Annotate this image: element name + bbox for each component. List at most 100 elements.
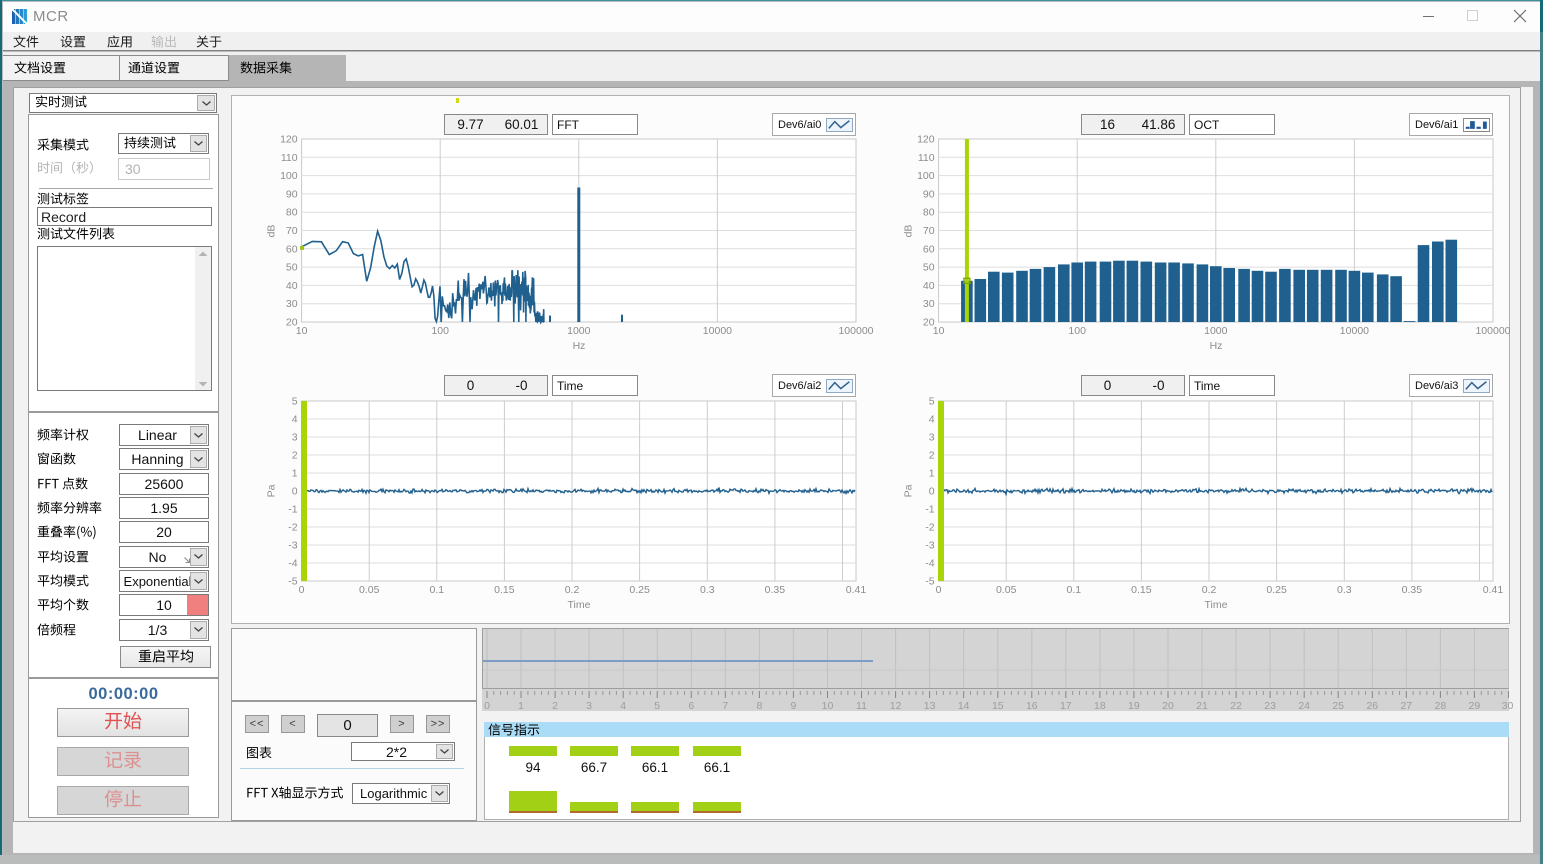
svg-text:0.1: 0.1 [1066,584,1081,596]
svg-text:0: 0 [929,486,935,498]
svg-text:1000: 1000 [1204,325,1228,337]
svg-text:10: 10 [296,325,308,337]
svg-text:100: 100 [1068,325,1086,337]
svg-text:5: 5 [654,700,660,712]
svg-text:120: 120 [280,134,298,146]
svg-text:-5: -5 [925,576,934,588]
svg-text:0.2: 0.2 [565,584,580,596]
svg-text:9: 9 [790,700,796,712]
svg-text:-2: -2 [925,522,934,534]
svg-text:27: 27 [1400,700,1412,712]
svg-text:14: 14 [958,700,970,712]
svg-text:0.05: 0.05 [996,584,1017,596]
svg-text:Time: Time [1205,599,1228,611]
svg-text:-3: -3 [288,540,297,552]
svg-text:110: 110 [918,152,935,164]
svg-text:29: 29 [1469,700,1481,712]
svg-text:7: 7 [722,700,728,712]
svg-text:0.05: 0.05 [359,584,380,596]
svg-text:8: 8 [756,700,762,712]
svg-text:0.25: 0.25 [629,584,650,596]
svg-text:50: 50 [286,262,298,274]
svg-text:0.35: 0.35 [765,584,786,596]
svg-text:4: 4 [929,414,935,426]
svg-text:5: 5 [929,396,935,408]
svg-text:-4: -4 [925,558,934,570]
svg-text:100: 100 [280,170,298,182]
svg-text:-1: -1 [288,504,297,516]
svg-text:0.15: 0.15 [494,584,515,596]
svg-text:Hz: Hz [573,340,586,352]
svg-text:0.35: 0.35 [1402,584,1423,596]
svg-text:70: 70 [923,225,935,237]
svg-text:2: 2 [552,700,558,712]
svg-text:Pa: Pa [903,484,915,497]
svg-text:100: 100 [431,325,449,337]
svg-text:11: 11 [856,700,867,712]
svg-text:Pa: Pa [266,484,278,497]
svg-text:60: 60 [923,243,935,255]
svg-text:23: 23 [1264,700,1276,712]
svg-text:70: 70 [286,225,298,237]
svg-text:-3: -3 [925,540,934,552]
svg-text:0.3: 0.3 [1337,584,1352,596]
svg-text:0: 0 [292,486,298,498]
svg-text:3: 3 [586,700,592,712]
svg-text:28: 28 [1435,700,1447,712]
svg-text:22: 22 [1230,700,1242,712]
svg-text:0.41: 0.41 [846,584,867,596]
svg-text:24: 24 [1298,700,1310,712]
svg-text:100000: 100000 [838,325,873,337]
svg-text:-5: -5 [288,576,297,588]
svg-text:15: 15 [992,700,1004,712]
svg-text:90: 90 [286,188,298,200]
svg-text:10000: 10000 [703,325,732,337]
svg-text:25: 25 [1332,700,1344,712]
svg-text:1: 1 [518,700,524,712]
svg-text:16: 16 [1026,700,1038,712]
svg-text:20: 20 [1162,700,1174,712]
svg-text:-1: -1 [925,504,934,516]
svg-text:0.3: 0.3 [700,584,715,596]
svg-text:6: 6 [688,700,694,712]
svg-text:0.41: 0.41 [1483,584,1504,596]
svg-text:26: 26 [1366,700,1378,712]
svg-text:80: 80 [286,207,298,219]
svg-text:2: 2 [292,450,298,462]
svg-text:5: 5 [292,396,298,408]
svg-text:12: 12 [890,700,902,712]
svg-text:18: 18 [1094,700,1106,712]
svg-text:40: 40 [286,280,298,292]
svg-text:4: 4 [292,414,298,426]
svg-text:120: 120 [917,134,935,146]
svg-text:-4: -4 [288,558,297,570]
svg-text:30: 30 [1502,700,1514,712]
svg-text:1000: 1000 [567,325,591,337]
svg-text:dB: dB [903,225,915,238]
svg-text:10000: 10000 [1340,325,1369,337]
svg-text:21: 21 [1196,700,1208,712]
svg-text:Time: Time [568,599,591,611]
svg-text:3: 3 [929,432,935,444]
svg-text:80: 80 [923,207,935,219]
svg-text:0.2: 0.2 [1202,584,1217,596]
svg-text:100: 100 [917,170,935,182]
svg-text:50: 50 [923,262,935,274]
svg-text:90: 90 [923,188,935,200]
svg-text:4: 4 [620,700,626,712]
svg-text:3: 3 [292,432,298,444]
svg-text:30: 30 [286,298,298,310]
svg-text:1: 1 [929,468,935,480]
svg-text:0: 0 [484,700,490,712]
svg-text:1: 1 [292,468,298,480]
svg-text:110: 110 [281,152,298,164]
svg-text:10: 10 [933,325,945,337]
svg-text:40: 40 [923,280,935,292]
svg-text:dB: dB [266,225,278,238]
svg-text:10: 10 [822,700,834,712]
svg-text:60: 60 [286,243,298,255]
svg-text:0: 0 [299,584,305,596]
svg-text:17: 17 [1060,700,1072,712]
svg-text:0.25: 0.25 [1266,584,1287,596]
svg-text:0.1: 0.1 [429,584,444,596]
